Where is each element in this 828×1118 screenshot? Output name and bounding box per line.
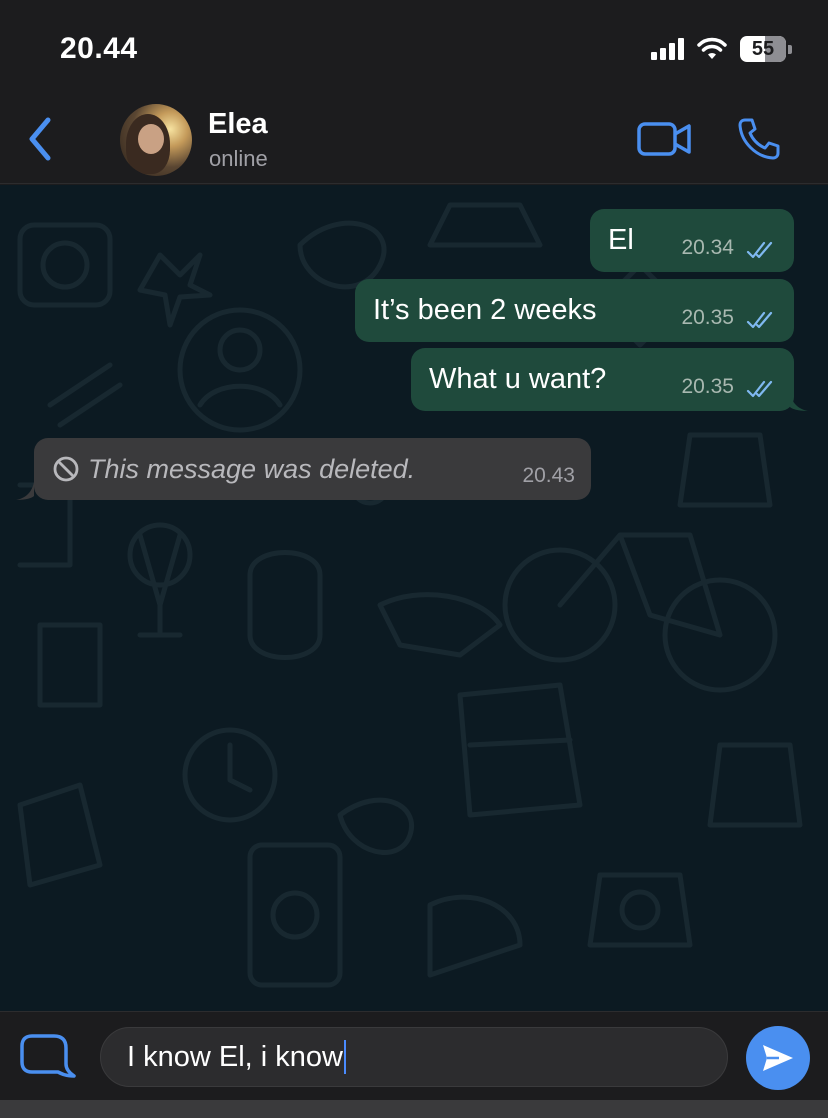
deleted-message-icon [53, 456, 79, 482]
read-ticks-icon [746, 241, 773, 259]
chat-header: Elea online [0, 92, 828, 184]
bubble-tail [790, 393, 808, 411]
message-text: El [608, 224, 634, 256]
status-time: 20.44 [60, 32, 138, 65]
message-text: It’s been 2 weeks [373, 294, 597, 326]
deleted-message-text: This message was deleted. [88, 453, 416, 484]
message-bubble-outgoing[interactable]: What u want? 20.35 [411, 348, 794, 411]
send-button[interactable] [746, 1026, 810, 1090]
battery-level: 55 [751, 37, 775, 60]
read-ticks-icon [746, 311, 773, 329]
text-caret [343, 1040, 346, 1074]
contact-status: online [209, 146, 268, 171]
contact-name[interactable]: Elea [208, 108, 268, 141]
message-input-text: I know El, i know [127, 1040, 343, 1073]
message-input[interactable]: I know El, i know [100, 1027, 728, 1087]
read-ticks-icon [746, 380, 773, 398]
message-bubble-incoming-deleted[interactable]: This message was deleted. 20.43 [34, 438, 591, 500]
back-chevron-icon[interactable] [20, 114, 60, 164]
message-text: What u want? [429, 363, 607, 395]
status-icons: 55 [651, 36, 792, 62]
wifi-icon [697, 37, 727, 59]
message-time: 20.35 [681, 375, 734, 398]
home-indicator-strip [0, 1100, 828, 1118]
avatar[interactable] [120, 104, 192, 176]
message-time: 20.43 [522, 464, 575, 487]
cellular-signal-icon [651, 38, 684, 60]
status-bar: 20.44 55 [0, 0, 828, 92]
sticker-icon[interactable] [18, 1032, 78, 1084]
message-bubble-outgoing[interactable]: El 20.34 [590, 209, 794, 272]
phone-icon[interactable] [736, 116, 782, 162]
message-time: 20.35 [681, 306, 734, 329]
send-icon [763, 1045, 793, 1071]
video-call-icon[interactable] [636, 120, 692, 158]
chat-area[interactable]: El 20.34 It’s been 2 weeks 20.35 What u … [0, 185, 828, 1011]
bubble-tail [16, 482, 34, 500]
message-time: 20.34 [681, 236, 734, 259]
message-bubble-outgoing[interactable]: It’s been 2 weeks 20.35 [355, 279, 794, 342]
battery-icon: 55 [740, 36, 792, 62]
